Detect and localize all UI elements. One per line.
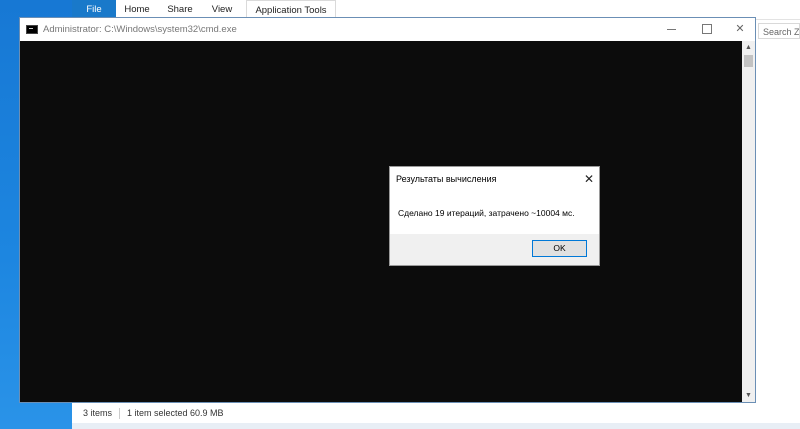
close-icon: ✕ [735, 23, 745, 35]
cmd-icon [26, 25, 38, 34]
dialog-close-button[interactable]: ✕ [580, 169, 598, 189]
search-input[interactable]: Search Zi [758, 23, 800, 39]
cmd-window: Administrator: C:\Windows\system32\cmd.e… [19, 17, 756, 403]
status-bar: 3 items 1 item selected 60.9 MB [72, 404, 800, 423]
item-count: 3 items [83, 408, 113, 418]
selection-info: 1 item selected 60.9 MB [127, 408, 224, 418]
cmd-window-title: Administrator: C:\Windows\system32\cmd.e… [43, 24, 237, 35]
dialog-footer: OK [390, 234, 599, 265]
cmd-title-bar[interactable]: Administrator: C:\Windows\system32\cmd.e… [20, 18, 755, 41]
maximize-icon [702, 24, 712, 35]
scroll-thumb[interactable] [744, 55, 753, 67]
minimize-icon [666, 28, 676, 30]
close-button[interactable]: ✕ [725, 18, 755, 41]
scroll-down-icon[interactable]: ▼ [742, 389, 755, 402]
scroll-up-icon[interactable]: ▲ [742, 41, 755, 54]
ok-button[interactable]: OK [532, 240, 587, 257]
maximize-button[interactable] [689, 18, 725, 41]
message-dialog: Результаты вычисления ✕ Сделано 19 итера… [389, 166, 600, 266]
status-divider [119, 408, 120, 419]
minimize-button[interactable] [653, 18, 689, 41]
dialog-message: Сделано 19 итераций, затрачено ~10004 мс… [398, 208, 575, 218]
close-icon: ✕ [583, 172, 595, 186]
dialog-title: Результаты вычисления [396, 174, 497, 184]
explorer-bottom-edge [72, 423, 800, 429]
vertical-scrollbar[interactable]: ▲ ▼ [742, 41, 755, 402]
